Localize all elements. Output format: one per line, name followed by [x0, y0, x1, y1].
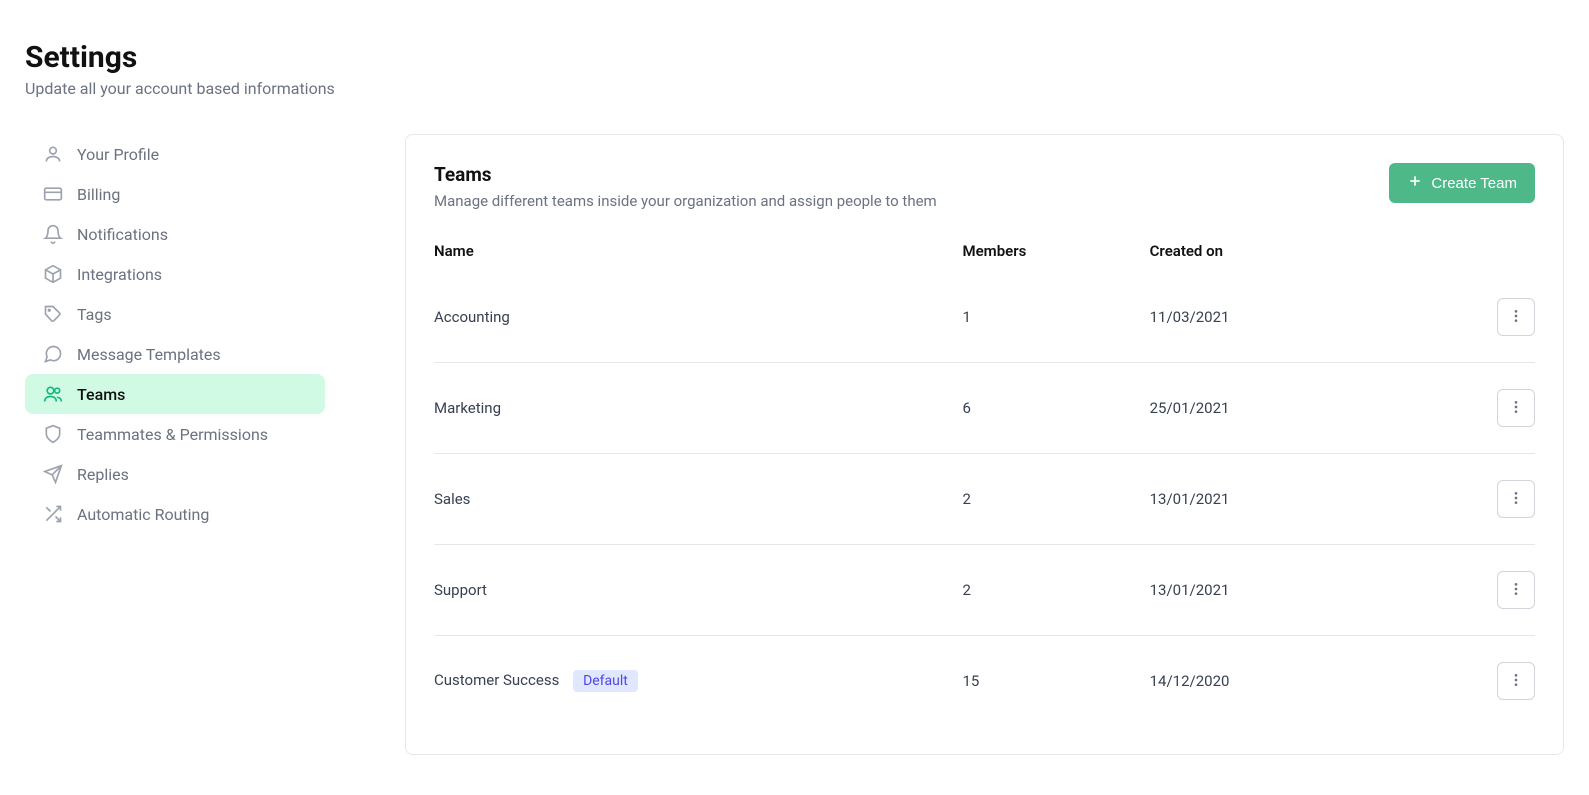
shield-icon — [43, 424, 63, 444]
sidebar-item-teams[interactable]: Teams — [25, 374, 325, 414]
team-name: Sales — [434, 454, 962, 545]
col-header-created: Created on — [1150, 230, 1447, 272]
card-icon — [43, 184, 63, 204]
team-members: 15 — [962, 636, 1149, 727]
col-header-name: Name — [434, 230, 962, 272]
sidebar-item-replies[interactable]: Replies — [25, 454, 325, 494]
table-row: Support 2 13/01/2021 — [434, 545, 1535, 636]
sidebar-item-label: Teams — [77, 385, 125, 404]
sidebar-item-integrations[interactable]: Integrations — [25, 254, 325, 294]
sidebar-item-tags[interactable]: Tags — [25, 294, 325, 334]
plus-icon — [1407, 173, 1423, 193]
tag-icon — [43, 304, 63, 324]
team-created: 25/01/2021 — [1150, 363, 1447, 454]
sidebar-item-label: Message Templates — [77, 345, 221, 364]
team-created: 14/12/2020 — [1150, 636, 1447, 727]
users-icon — [43, 384, 63, 404]
sidebar-item-label: Replies — [77, 465, 129, 484]
team-created: 13/01/2021 — [1150, 545, 1447, 636]
team-members: 2 — [962, 454, 1149, 545]
sidebar-item-profile[interactable]: Your Profile — [25, 134, 325, 174]
table-row: Sales 2 13/01/2021 — [434, 454, 1535, 545]
cube-icon — [43, 264, 63, 284]
team-name: Accounting — [434, 272, 962, 363]
sidebar-item-label: Integrations — [77, 265, 162, 284]
more-vertical-icon — [1508, 490, 1524, 509]
panel-subtitle: Manage different teams inside your organ… — [434, 192, 937, 210]
row-actions-button[interactable] — [1497, 662, 1535, 700]
shuffle-icon — [43, 504, 63, 524]
create-team-button[interactable]: Create Team — [1389, 163, 1535, 203]
user-icon — [43, 144, 63, 164]
sidebar-item-label: Billing — [77, 185, 120, 204]
table-row: Accounting 1 11/03/2021 — [434, 272, 1535, 363]
team-created: 13/01/2021 — [1150, 454, 1447, 545]
more-vertical-icon — [1508, 581, 1524, 600]
row-actions-button[interactable] — [1497, 298, 1535, 336]
page-subtitle: Update all your account based informatio… — [25, 79, 1564, 98]
sidebar-item-permissions[interactable]: Teammates & Permissions — [25, 414, 325, 454]
col-header-members: Members — [962, 230, 1149, 272]
team-name: Marketing — [434, 363, 962, 454]
sidebar-item-message-templates[interactable]: Message Templates — [25, 334, 325, 374]
sidebar-item-label: Teammates & Permissions — [77, 425, 268, 444]
teams-panel: Teams Manage different teams inside your… — [405, 134, 1564, 755]
sidebar-item-label: Automatic Routing — [77, 505, 209, 524]
team-name-cell: Customer Success Default — [434, 636, 962, 727]
team-created: 11/03/2021 — [1150, 272, 1447, 363]
chat-icon — [43, 344, 63, 364]
sidebar-item-routing[interactable]: Automatic Routing — [25, 494, 325, 534]
send-icon — [43, 464, 63, 484]
page-title: Settings — [25, 40, 1564, 75]
sidebar-item-notifications[interactable]: Notifications — [25, 214, 325, 254]
sidebar-item-label: Tags — [77, 305, 112, 324]
default-badge: Default — [573, 670, 638, 692]
row-actions-button[interactable] — [1497, 480, 1535, 518]
sidebar-item-label: Notifications — [77, 225, 168, 244]
more-vertical-icon — [1508, 399, 1524, 418]
team-members: 2 — [962, 545, 1149, 636]
sidebar-item-label: Your Profile — [77, 145, 159, 164]
team-name: Customer Success — [434, 671, 559, 689]
row-actions-button[interactable] — [1497, 571, 1535, 609]
bell-icon — [43, 224, 63, 244]
table-row: Marketing 6 25/01/2021 — [434, 363, 1535, 454]
team-members: 6 — [962, 363, 1149, 454]
settings-sidebar: Your Profile Billing Notifications Integ… — [25, 134, 325, 755]
teams-table: Name Members Created on Accounting 1 11/… — [434, 230, 1535, 726]
create-team-label: Create Team — [1431, 175, 1517, 192]
panel-title: Teams — [434, 163, 937, 186]
team-name: Support — [434, 545, 962, 636]
sidebar-item-billing[interactable]: Billing — [25, 174, 325, 214]
team-members: 1 — [962, 272, 1149, 363]
more-vertical-icon — [1508, 672, 1524, 691]
more-vertical-icon — [1508, 308, 1524, 327]
row-actions-button[interactable] — [1497, 389, 1535, 427]
table-row: Customer Success Default 15 14/12/2020 — [434, 636, 1535, 727]
